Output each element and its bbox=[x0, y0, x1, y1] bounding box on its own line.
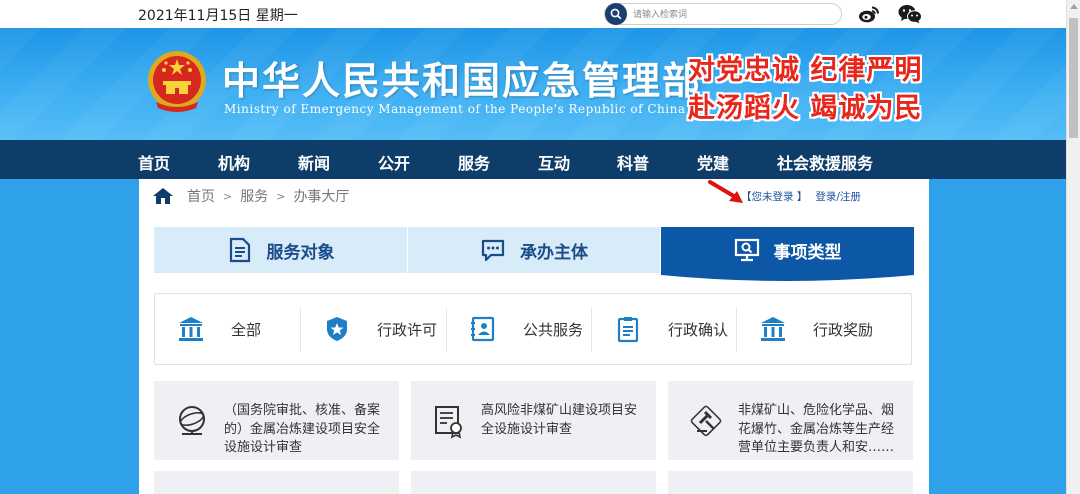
card-title: 非煤矿山、危险化学品、烟花爆竹、金属冶炼等生产经营单位主要负责人和安…… bbox=[738, 403, 895, 455]
national-emblem-icon bbox=[146, 50, 208, 116]
nav-item-home[interactable]: 首页 bbox=[138, 150, 170, 174]
tab-item-type[interactable]: 事项类型 bbox=[661, 227, 914, 273]
nav-item-news[interactable]: 新闻 bbox=[298, 150, 330, 174]
breadcrumb-separator: > bbox=[276, 189, 286, 203]
top-bar: 2021年11月15日 星期一 bbox=[0, 0, 1066, 28]
wechat-icon[interactable] bbox=[898, 4, 922, 24]
main-nav: 首页 机构 新闻 公开 服务 互动 科普 党建 社会救援服务 bbox=[0, 140, 1066, 179]
tab-label: 承办主体 bbox=[520, 242, 588, 263]
monitor-search-icon bbox=[734, 238, 759, 262]
search-icon[interactable] bbox=[605, 3, 627, 25]
breadcrumb-service[interactable]: 服务 bbox=[240, 186, 268, 206]
certificate-icon bbox=[435, 406, 462, 439]
site-header: 中华人民共和国应急管理部 Ministry of Emergency Manag… bbox=[0, 28, 1066, 140]
scrollbar-thumb[interactable] bbox=[1069, 18, 1078, 138]
card-title: （国务院审批、核准、备案的）金属冶炼建设项目安全设施设计审查 bbox=[224, 403, 381, 455]
service-card[interactable] bbox=[668, 471, 913, 494]
nav-item-organization[interactable]: 机构 bbox=[218, 150, 250, 174]
institution-icon bbox=[761, 317, 785, 341]
category-all[interactable]: 全部 bbox=[155, 294, 300, 364]
vertical-scrollbar[interactable] bbox=[1066, 0, 1080, 494]
card-title: 高风险非煤矿山建设项目安全设施设计审查 bbox=[481, 403, 638, 437]
slogan-line-1: 对党忠诚 纪律严明 bbox=[688, 55, 923, 86]
category-label: 行政确认 bbox=[668, 320, 729, 339]
category-label: 行政许可 bbox=[377, 320, 438, 339]
badge-icon bbox=[327, 317, 347, 341]
category-label: 公共服务 bbox=[523, 320, 584, 339]
nav-item-science[interactable]: 科普 bbox=[617, 150, 649, 174]
site-subtitle: Ministry of Emergency Management of the … bbox=[224, 102, 686, 116]
service-card[interactable]: 高风险非煤矿山建设项目安全设施设计审查 bbox=[411, 381, 656, 460]
tab-organizer[interactable]: 承办主体 bbox=[408, 227, 660, 273]
nav-item-party[interactable]: 党建 bbox=[697, 150, 729, 174]
gavel-icon bbox=[690, 405, 722, 437]
nav-item-public[interactable]: 公开 bbox=[378, 150, 410, 174]
slogan-line-2: 赴汤蹈火 竭诚为民 bbox=[688, 93, 923, 124]
breadcrumb: 首页 > 服务 > 办事大厅 bbox=[153, 187, 349, 205]
service-card[interactable]: 非煤矿山、危险化学品、烟花爆竹、金属冶炼等生产经营单位主要负责人和安…… bbox=[668, 381, 913, 460]
search-box[interactable] bbox=[604, 3, 842, 25]
login-status: 【您未登录 】登录/注册 bbox=[741, 189, 861, 204]
breadcrumb-separator: > bbox=[223, 189, 233, 203]
content-panel: 首页 > 服务 > 办事大厅 【您未登录 】登录/注册 服务对象 承办主体 事项… bbox=[139, 179, 929, 494]
category-public-service[interactable]: 公共服务 bbox=[447, 294, 592, 364]
service-card[interactable]: （国务院审批、核准、备案的）金属冶炼建设项目安全设施设计审查 bbox=[154, 381, 399, 460]
clipboard-icon bbox=[617, 317, 639, 343]
tab-service-target[interactable]: 服务对象 bbox=[154, 227, 407, 273]
service-card[interactable] bbox=[154, 471, 399, 494]
breadcrumb-home[interactable]: 首页 bbox=[187, 186, 215, 206]
nav-item-service[interactable]: 服务 bbox=[458, 150, 490, 174]
contact-book-icon bbox=[471, 316, 495, 342]
category-admin-license[interactable]: 行政许可 bbox=[301, 294, 446, 364]
nav-item-rescue-service[interactable]: 社会救援服务 bbox=[777, 150, 873, 174]
breadcrumb-current: 办事大厅 bbox=[293, 189, 350, 205]
site-title: 中华人民共和国应急管理部 bbox=[222, 59, 703, 103]
globe-icon bbox=[179, 406, 205, 435]
login-status-text: 【您未登录 】 bbox=[741, 191, 808, 203]
category-filter: 全部 行政许可 公共服务 行政确认 行政奖励 bbox=[154, 293, 912, 365]
scroll-up-arrow-icon[interactable] bbox=[1070, 4, 1078, 9]
login-register-link[interactable]: 登录/注册 bbox=[815, 191, 861, 203]
document-icon bbox=[229, 237, 250, 263]
chat-bubble-icon bbox=[481, 239, 505, 262]
nav-item-interaction[interactable]: 互动 bbox=[538, 150, 570, 174]
category-label: 全部 bbox=[231, 320, 262, 339]
search-input[interactable] bbox=[633, 7, 833, 22]
category-admin-award[interactable]: 行政奖励 bbox=[737, 294, 882, 364]
tab-label: 事项类型 bbox=[773, 242, 842, 263]
institution-icon bbox=[179, 317, 203, 341]
service-card[interactable] bbox=[411, 471, 656, 494]
tab-label: 服务对象 bbox=[266, 242, 335, 263]
tab-bar: 服务对象 承办主体 事项类型 bbox=[154, 227, 914, 281]
active-tab-pointer bbox=[661, 273, 914, 281]
current-date: 2021年11月15日 星期一 bbox=[138, 8, 298, 24]
weibo-icon[interactable] bbox=[858, 4, 880, 24]
category-admin-confirm[interactable]: 行政确认 bbox=[592, 294, 737, 364]
home-icon[interactable] bbox=[153, 188, 173, 204]
category-label: 行政奖励 bbox=[813, 320, 874, 339]
